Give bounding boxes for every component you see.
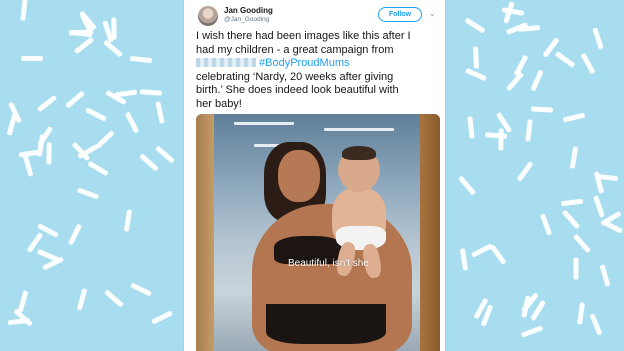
confetti-dash xyxy=(129,56,152,64)
confetti-dash xyxy=(530,69,544,92)
confetti-dash xyxy=(151,310,174,325)
confetti-dash xyxy=(560,198,583,207)
confetti-dash xyxy=(65,90,86,109)
confetti-dash xyxy=(68,223,83,245)
tweet-photo[interactable]: Beautiful, isn't she xyxy=(196,114,440,351)
tweet-line: had my children - a great campaign from xyxy=(196,43,394,56)
confetti-dash xyxy=(102,39,123,58)
confetti-dash xyxy=(554,51,575,69)
confetti-dash xyxy=(22,153,34,177)
chevron-down-icon[interactable]: ⌄ xyxy=(429,9,436,18)
confetti-dash xyxy=(572,233,591,254)
confetti-dash xyxy=(580,52,596,74)
tweet-text: I wish there had been images like this a… xyxy=(196,30,436,112)
confetti-dash xyxy=(592,26,604,50)
hashtag-link[interactable]: #BodyProudMums xyxy=(259,57,350,69)
user-handle[interactable]: @Jan_Gooding xyxy=(224,16,269,23)
confetti-dash xyxy=(485,131,508,139)
photo-frame xyxy=(196,114,214,351)
tweet-header: Jan Gooding @Jan_Gooding Follow ⌄ xyxy=(192,3,437,29)
confetti-dash xyxy=(154,144,175,164)
ceiling-light xyxy=(324,128,394,131)
confetti-dash xyxy=(76,287,88,311)
confetti-dash xyxy=(599,264,611,287)
confetti-dash xyxy=(17,290,29,313)
confetti-dash xyxy=(114,89,138,98)
avatar[interactable] xyxy=(198,6,218,26)
tweet-line: I wish there had been images like this a… xyxy=(196,30,411,42)
confetti-dash xyxy=(561,209,580,230)
confetti-dash xyxy=(20,0,28,21)
confetti-dash xyxy=(104,289,124,308)
confetti-dash xyxy=(516,161,534,183)
confetti-dash xyxy=(577,302,586,325)
confetti-dash xyxy=(589,313,603,336)
confetti-dash xyxy=(497,128,504,151)
confetti-dash xyxy=(472,46,479,70)
confetti-dash xyxy=(600,219,623,234)
woman-briefs xyxy=(266,304,386,344)
confetti-dash xyxy=(129,282,152,297)
woman-face xyxy=(278,150,320,202)
confetti-dash xyxy=(570,146,579,169)
confetti-dash xyxy=(46,142,52,165)
confetti-dash xyxy=(471,242,494,258)
confetti-dash xyxy=(95,129,115,149)
confetti-dash xyxy=(73,36,95,54)
confetti-dash xyxy=(124,111,139,133)
confetti-dash xyxy=(464,17,487,34)
baby-hair xyxy=(342,146,376,160)
confetti-dash xyxy=(573,257,579,280)
tweet-line: celebrating ‘Nardy, 20 weeks after givin… xyxy=(196,70,394,83)
confetti-dash xyxy=(6,113,18,137)
confetti-dash xyxy=(464,67,487,81)
confetti-dash xyxy=(76,187,99,200)
tweet-line: birth.’ She does indeed look beautiful w… xyxy=(196,84,399,97)
confetti-dash xyxy=(517,24,541,32)
campaign-poster: Beautiful, isn't she xyxy=(214,114,420,351)
confetti-dash xyxy=(87,160,110,176)
confetti-dash xyxy=(525,119,533,142)
confetti-dash xyxy=(562,112,586,123)
confetti-dash xyxy=(21,55,44,61)
tweet-card: Jan Gooding @Jan_Gooding Follow ⌄ I wish… xyxy=(184,0,445,351)
confetti-dash xyxy=(155,101,165,125)
ceiling-light xyxy=(234,122,294,125)
confetti-dash xyxy=(520,325,543,338)
confetti-dash xyxy=(36,94,58,112)
confetti-dash xyxy=(458,174,477,196)
redacted-mention xyxy=(196,58,256,68)
confetti-dash xyxy=(139,89,162,96)
tweet-line: her baby! xyxy=(196,97,242,110)
confetti-dash xyxy=(540,213,553,236)
confetti-dash xyxy=(467,116,475,140)
confetti-dash xyxy=(531,106,554,113)
display-name[interactable]: Jan Gooding xyxy=(224,6,273,15)
tweet-line: #BodyProudMums xyxy=(196,57,436,71)
poster-caption: Beautiful, isn't she xyxy=(288,258,369,269)
confetti-dash xyxy=(123,208,132,232)
confetti-dash xyxy=(460,248,469,271)
follow-button[interactable]: Follow xyxy=(378,7,422,22)
confetti-dash xyxy=(85,107,108,123)
confetti-dash xyxy=(593,195,606,218)
photo-frame xyxy=(420,114,440,351)
confetti-dash xyxy=(139,153,159,172)
